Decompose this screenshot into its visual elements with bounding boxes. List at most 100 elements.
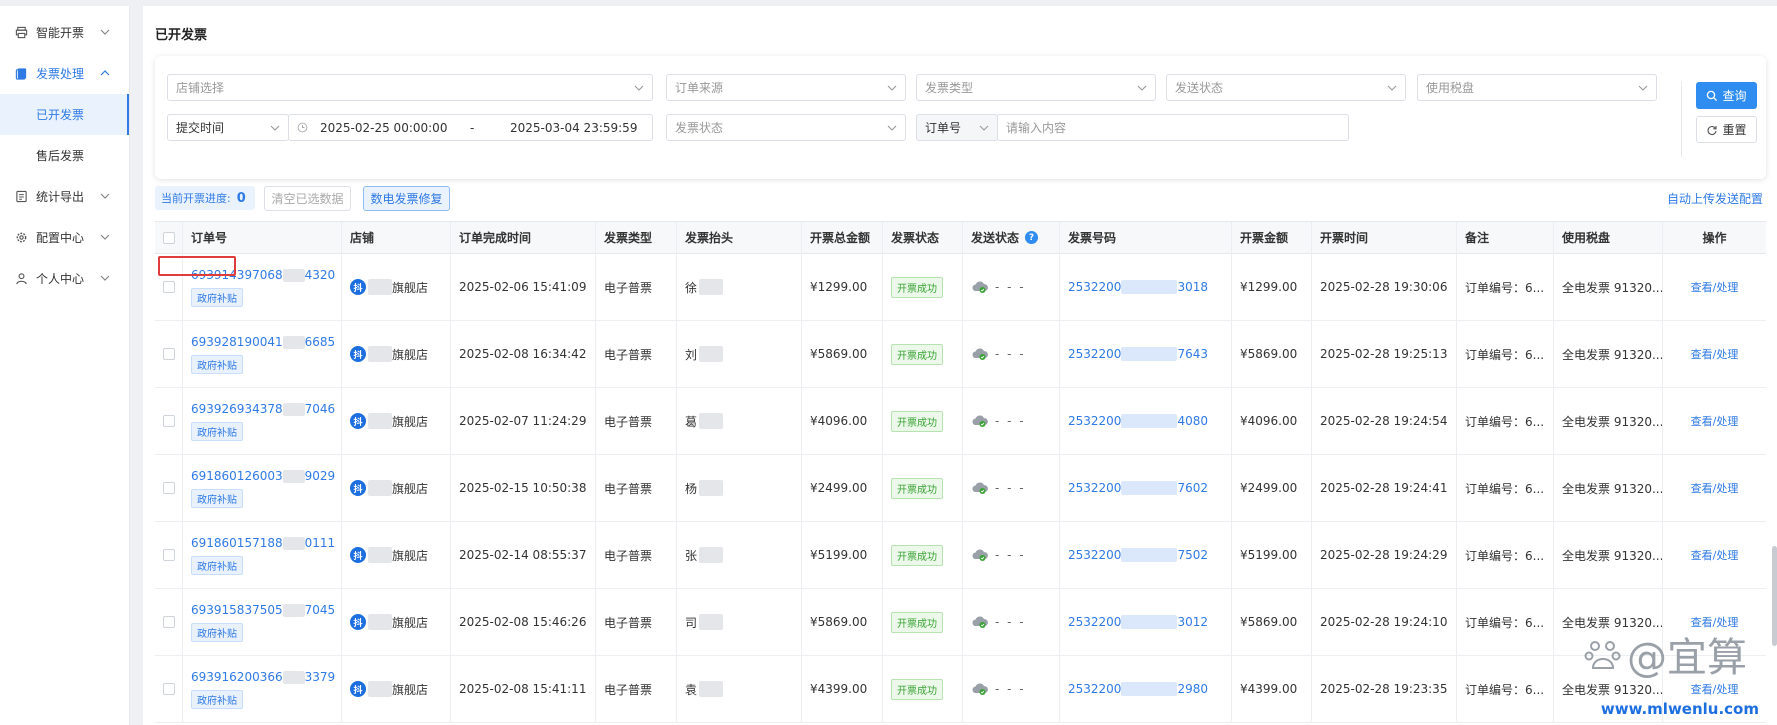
invoice-number-link[interactable]: 2532200 7602 (1068, 481, 1208, 496)
col-header: 开票金额 (1232, 222, 1312, 253)
shop-select-placeholder: 店铺选择 (176, 81, 225, 95)
watermark: @宜算 (1583, 625, 1747, 683)
invoice-number-link[interactable]: 2532200 2980 (1068, 682, 1208, 697)
settings-icon (14, 231, 28, 245)
row-checkbox[interactable] (162, 616, 175, 628)
invoice-type-select[interactable]: 发票类型 (916, 74, 1156, 101)
invoice-status-cell: 开票成功 (883, 522, 963, 588)
clear-selected-label: 清空已选数据 (271, 192, 344, 206)
shop-cell: 抖 旗舰店 (342, 254, 451, 320)
watermark-text: @宜算 (1627, 635, 1747, 681)
invoice-total: ¥2499.00 (802, 455, 883, 521)
chevron-down-icon (270, 125, 280, 131)
nav-item-statistics-export[interactable]: 统计导出 (0, 176, 129, 217)
query-button[interactable]: 查询 (1696, 82, 1757, 109)
search-field-select[interactable]: 订单号 (916, 114, 998, 141)
view-process-link[interactable]: 查看/处理 (1691, 480, 1739, 496)
nav-item-config-center[interactable]: 配置中心 (0, 217, 129, 258)
redacted-block (368, 279, 392, 295)
nav-item-personal-center[interactable]: 个人中心 (0, 258, 129, 299)
table-row: 693914397068 4320 政府补贴抖旗舰店 2025-02-06 15:41… (155, 254, 1766, 321)
send-status-cell: - - - (963, 254, 1060, 320)
shop-name-suffix: 旗舰店 (392, 548, 429, 563)
row-checkbox[interactable] (162, 683, 175, 695)
order-number-link[interactable]: 693928190041 6685 (191, 335, 335, 349)
row-checkbox[interactable] (162, 482, 175, 494)
tax-disk-select[interactable]: 使用税盘 (1417, 74, 1657, 101)
redacted-block (1121, 548, 1178, 563)
invoice-status-select[interactable]: 发票状态 (666, 114, 906, 141)
shop-cell: 抖 旗舰店 (342, 455, 451, 521)
sidebar: 智能开票 发票处理 已开发票 售后发票 统计导出 配置中心 个人中心 (0, 6, 130, 725)
page-title: 已开发票 (155, 28, 208, 43)
sub-item-issued-invoices[interactable]: 已开发票 (0, 94, 129, 135)
invoice-number-link[interactable]: 2532200 3012 (1068, 615, 1208, 630)
date-range-picker[interactable]: 2025-02-25 00:00:00 - 2025-03-04 23:59:5… (288, 114, 653, 141)
view-process-link[interactable]: 查看/处理 (1691, 279, 1739, 295)
invoice-time: 2025-02-28 19:23:35 (1312, 656, 1457, 722)
printer-icon (14, 26, 28, 40)
invoice-status-cell: 开票成功 (883, 388, 963, 454)
sub-item-aftersale-invoices[interactable]: 售后发票 (0, 135, 129, 176)
view-process-link[interactable]: 查看/处理 (1691, 413, 1739, 429)
view-process-link[interactable]: 查看/处理 (1691, 547, 1739, 563)
invoice-total: ¥4096.00 (802, 388, 883, 454)
nav-item-smart-invoicing[interactable]: 智能开票 (0, 12, 129, 53)
clock-icon (297, 122, 308, 133)
order-number-link[interactable]: 691860126003 9029 (191, 469, 335, 483)
order-number-link[interactable]: 693915837505 7045 (191, 603, 335, 617)
remark: 订单编号：6... (1457, 388, 1554, 454)
digital-invoice-repair-button[interactable]: 数电发票修复 (363, 186, 450, 211)
invoice-title: 张 (685, 548, 698, 563)
col-header: 发票抬头 (677, 222, 802, 253)
row-checkbox[interactable] (162, 348, 175, 360)
date-end: 2025-03-04 23:59:59 (510, 120, 638, 135)
redacted-block (1121, 414, 1178, 429)
send-status-select[interactable]: 发送状态 (1166, 74, 1406, 101)
invoice-title-cell: 刘 (677, 321, 802, 387)
invoicing-progress: 当前开票进度: 0 (155, 186, 255, 210)
sub-item-label: 售后发票 (36, 149, 85, 163)
invoice-type: 电子普票 (596, 254, 677, 320)
col-header-send-status: 发送状态 ? (963, 222, 1060, 253)
select-all-checkbox[interactable] (162, 231, 175, 244)
status-badge: 开票成功 (891, 678, 943, 700)
row-checkbox[interactable] (162, 415, 175, 427)
view-process-link[interactable]: 查看/处理 (1691, 681, 1739, 697)
nav-item-invoice-processing[interactable]: 发票处理 (0, 53, 129, 94)
row-checkbox[interactable] (162, 281, 175, 293)
auto-upload-config-link[interactable]: 自动上传发送配置 (1667, 190, 1763, 207)
shop-cell: 抖 旗舰店 (342, 388, 451, 454)
order-number-link[interactable]: 693916200366 3379 (191, 670, 335, 684)
invoice-type: 电子普票 (596, 388, 677, 454)
invoice-number-cell: 2532200 2980 (1060, 656, 1232, 722)
search-input[interactable]: 请输入内容 (997, 114, 1349, 141)
invoice-number-cell: 2532200 4080 (1060, 388, 1232, 454)
help-icon[interactable]: ? (1025, 231, 1039, 244)
table-row: 691860126003 9029 政府补贴 抖 旗舰店 2025-02-15 10:50… (155, 455, 1766, 522)
invoice-number-cell: 2532200 7643 (1060, 321, 1232, 387)
status-badge: 开票成功 (891, 276, 943, 298)
invoice-number-cell: 2532200 3018 (1060, 254, 1232, 320)
date-start: 2025-02-25 00:00:00 (320, 120, 448, 135)
invoice-number-link[interactable]: 2532200 7502 (1068, 548, 1208, 563)
sub-item-label: 已开发票 (36, 108, 85, 122)
time-type-select[interactable]: 提交时间 (167, 114, 289, 141)
shop-select[interactable]: 店铺选择 (167, 74, 653, 101)
order-number-link[interactable]: 693926934378 7046 (191, 402, 335, 416)
reset-button[interactable]: 重置 (1696, 116, 1757, 143)
view-process-link[interactable]: 查看/处理 (1691, 346, 1739, 362)
shop-name-suffix: 旗舰店 (392, 682, 429, 697)
invoice-number-link[interactable]: 2532200 7643 (1068, 347, 1208, 362)
shop-cell: 抖 旗舰店 (342, 321, 451, 387)
redacted-block (699, 614, 724, 630)
invoice-time: 2025-02-28 19:24:10 (1312, 589, 1457, 655)
order-source-select[interactable]: 订单来源 (666, 74, 906, 101)
vertical-scrollbar[interactable] (1772, 546, 1777, 646)
invoice-time: 2025-02-28 19:24:29 (1312, 522, 1457, 588)
clear-selected-button[interactable]: 清空已选数据 (264, 186, 351, 211)
invoice-number-link[interactable]: 2532200 4080 (1068, 414, 1208, 429)
invoice-number-link[interactable]: 2532200 3018 (1068, 280, 1208, 295)
row-checkbox[interactable] (162, 549, 175, 561)
order-number-link[interactable]: 691860157188 0111 (191, 536, 335, 550)
